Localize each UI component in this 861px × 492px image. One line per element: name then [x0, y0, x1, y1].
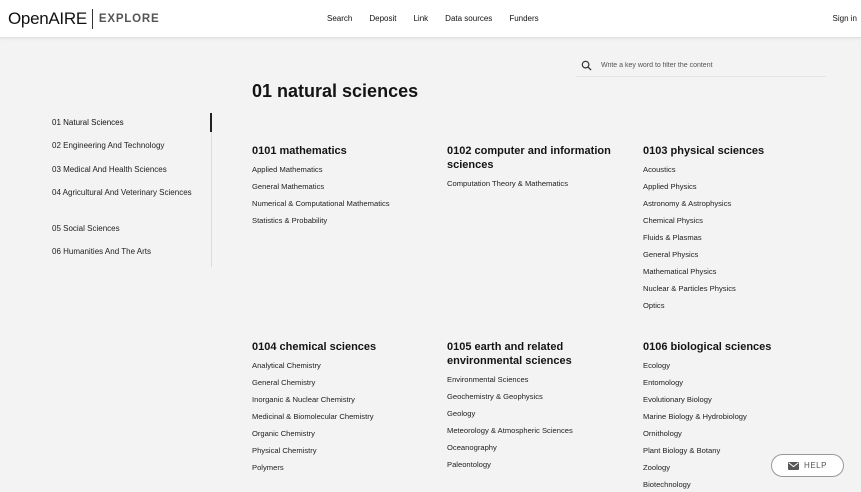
category-items: Acoustics Applied Physics Astronomy & As…	[643, 161, 823, 314]
category-items: Analytical Chemistry General Chemistry I…	[252, 357, 432, 476]
subcategory-link[interactable]: Marine Biology & Hydrobiology	[643, 408, 823, 425]
category-0103: 0103 physical sciences Acoustics Applied…	[643, 144, 823, 314]
subcategory-link[interactable]: Acoustics	[643, 161, 823, 178]
subcategory-link[interactable]: Meteorology & Atmospheric Sciences	[447, 422, 617, 439]
subcategory-link[interactable]: General Chemistry	[252, 374, 432, 391]
sidebar-item-engineering[interactable]: 02 Engineering And Technology	[52, 139, 197, 152]
subcategory-link[interactable]: Polymers	[252, 459, 432, 476]
nav-search[interactable]: Search	[327, 14, 352, 23]
subcategory-link[interactable]: Organic Chemistry	[252, 425, 432, 442]
sidebar-item-social[interactable]: 05 Social Sciences	[52, 222, 197, 235]
subcategory-link[interactable]: Computation Theory & Mathematics	[447, 175, 622, 192]
subcategory-link[interactable]: Applied Physics	[643, 178, 823, 195]
category-items: Applied Mathematics General Mathematics …	[252, 161, 432, 229]
subcategory-link[interactable]: Biotechnology	[643, 476, 823, 492]
category-title[interactable]: 0106 biological sciences	[643, 340, 823, 354]
category-items: Computation Theory & Mathematics	[447, 175, 622, 192]
top-navigation-bar: OpenAIRE EXPLORE Search Deposit Link Dat…	[0, 0, 861, 38]
subcategory-link[interactable]: Fluids & Plasmas	[643, 229, 823, 246]
mail-icon	[788, 461, 800, 470]
subcategory-link[interactable]: Oceanography	[447, 439, 617, 456]
subcategory-link[interactable]: Geochemistry & Geophysics	[447, 388, 617, 405]
sidebar-item-medical[interactable]: 03 Medical And Health Sciences	[52, 163, 197, 176]
subcategory-link[interactable]: General Physics	[643, 246, 823, 263]
nav-link[interactable]: Link	[413, 14, 428, 23]
subcategory-link[interactable]: Physical Chemistry	[252, 442, 432, 459]
subcategory-link[interactable]: Mathematical Physics	[643, 263, 823, 280]
filter-search-box	[576, 55, 826, 77]
main-nav: Search Deposit Link Data sources Funders	[327, 14, 556, 23]
page-title: 01 natural sciences	[252, 81, 419, 101]
openaire-logo[interactable]: OpenAIRE EXPLORE	[8, 9, 159, 29]
sidebar-item-natural-sciences[interactable]: 01 Natural Sciences	[52, 116, 197, 129]
subcategory-link[interactable]: Numerical & Computational Mathematics	[252, 195, 432, 212]
sidebar-item-humanities[interactable]: 06 Humanities And The Arts	[52, 245, 197, 258]
subcategory-link[interactable]: Ecology	[643, 357, 823, 374]
help-label: HELP	[804, 461, 827, 470]
nav-deposit[interactable]: Deposit	[369, 14, 396, 23]
subcategory-link[interactable]: Statistics & Probability	[252, 212, 432, 229]
search-icon	[581, 60, 592, 71]
logo-sub-text: EXPLORE	[98, 13, 160, 25]
subcategory-link[interactable]: Applied Mathematics	[252, 161, 432, 178]
category-title[interactable]: 0105 earth and related environmental sci…	[447, 340, 617, 368]
subcategory-link[interactable]: Inorganic & Nuclear Chemistry	[252, 391, 432, 408]
category-title[interactable]: 0103 physical sciences	[643, 144, 823, 158]
subcategory-link[interactable]: Evolutionary Biology	[643, 391, 823, 408]
subcategory-link[interactable]: Astronomy & Astrophysics	[643, 195, 823, 212]
category-0104: 0104 chemical sciences Analytical Chemis…	[252, 340, 432, 476]
category-items: Environmental Sciences Geochemistry & Ge…	[447, 371, 617, 473]
subcategory-link[interactable]: Paleontology	[447, 456, 617, 473]
logo-separator	[91, 9, 93, 29]
category-0105: 0105 earth and related environmental sci…	[447, 340, 617, 473]
subcategory-link[interactable]: Nuclear & Particles Physics	[643, 280, 823, 297]
subcategory-link[interactable]: Optics	[643, 297, 823, 314]
sign-in-link[interactable]: Sign in	[833, 14, 857, 23]
subcategory-link[interactable]: Medicinal & Biomolecular Chemistry	[252, 408, 432, 425]
category-sidebar: 01 Natural Sciences 02 Engineering And T…	[52, 113, 212, 267]
subcategory-link[interactable]: General Mathematics	[252, 178, 432, 195]
category-title[interactable]: 0101 mathematics	[252, 144, 432, 158]
category-title[interactable]: 0104 chemical sciences	[252, 340, 432, 354]
category-0102: 0102 computer and information sciences C…	[447, 144, 622, 192]
active-indicator	[210, 113, 212, 132]
sidebar-item-agricultural[interactable]: 04 Agricultural And Veterinary Sciences	[52, 186, 197, 199]
subcategory-link[interactable]: Chemical Physics	[643, 212, 823, 229]
logo-main-text: OpenAIRE	[8, 9, 87, 28]
nav-data-sources[interactable]: Data sources	[445, 14, 492, 23]
category-title[interactable]: 0102 computer and information sciences	[447, 144, 622, 172]
nav-funders[interactable]: Funders	[509, 14, 538, 23]
filter-search-input[interactable]	[601, 62, 801, 69]
category-0101: 0101 mathematics Applied Mathematics Gen…	[252, 144, 432, 229]
subcategory-link[interactable]: Entomology	[643, 374, 823, 391]
subcategory-link[interactable]: Environmental Sciences	[447, 371, 617, 388]
help-button[interactable]: HELP	[771, 454, 844, 477]
subcategory-link[interactable]: Geology	[447, 405, 617, 422]
subcategory-link[interactable]: Ornithology	[643, 425, 823, 442]
subcategory-link[interactable]: Analytical Chemistry	[252, 357, 432, 374]
